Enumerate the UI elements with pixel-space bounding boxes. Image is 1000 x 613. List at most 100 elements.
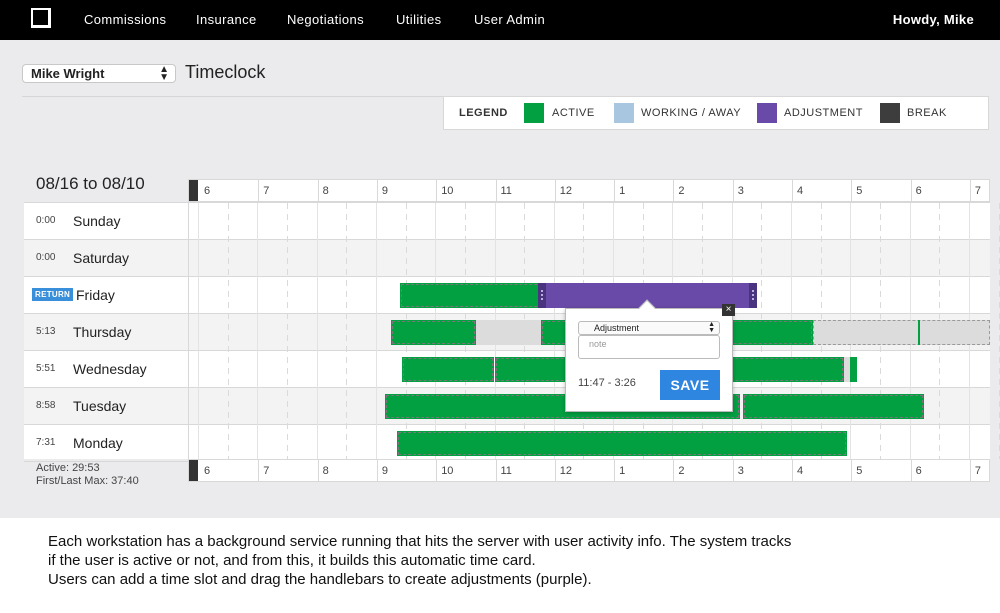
day-total: 0:00	[36, 215, 56, 226]
caption: Each workstation has a background servic…	[48, 532, 928, 589]
caption-line: if the user is active or not, and from t…	[48, 552, 536, 569]
segment-active[interactable]	[400, 283, 543, 308]
hour-tick	[673, 460, 675, 481]
hour-label: 6	[915, 465, 922, 477]
nav-item-utilities[interactable]: Utilities	[396, 12, 442, 27]
user-greeting[interactable]: Howdy, Mike	[893, 12, 974, 27]
hour-label: 3	[737, 465, 744, 477]
day-total: 7:31	[36, 437, 56, 448]
day-name: Monday	[73, 435, 123, 451]
day-total: 5:51	[36, 363, 56, 374]
legend-label: LEGEND	[459, 107, 508, 119]
note-field[interactable]: note	[578, 335, 720, 359]
hour-gridline	[198, 203, 199, 459]
hour-label: 12	[559, 465, 573, 477]
hour-tick	[851, 460, 853, 481]
nav-item-commissions[interactable]: Commissions	[84, 12, 166, 27]
hour-label: 7	[974, 185, 982, 197]
adjustment-type-select[interactable]: Adjustment ▲ ▼	[578, 321, 720, 335]
caption-line: Each workstation has a background servic…	[48, 533, 792, 550]
hour-label: 1	[619, 185, 626, 197]
hour-label: 7	[263, 185, 270, 197]
day-row-sunday[interactable]: 0:00 Sunday	[24, 203, 990, 240]
hour-tick	[792, 180, 793, 201]
hour-label: 9	[381, 465, 389, 477]
hour-tick	[969, 460, 971, 481]
legend-item-active: ACTIVE	[552, 107, 595, 119]
hour-label: 7	[263, 465, 270, 477]
nav-item-negotiations[interactable]: Negotiations	[287, 12, 364, 27]
day-total: 8:58	[36, 400, 56, 411]
hour-tick	[376, 180, 378, 201]
hour-tick	[969, 180, 971, 201]
segment-active[interactable]	[850, 357, 857, 382]
hour-label: 10	[441, 465, 454, 477]
half-hour-gridline	[227, 203, 229, 459]
day-name: Saturday	[73, 250, 130, 266]
save-button[interactable]: SAVE	[660, 370, 720, 400]
legend-item-adjustment: ADJUSTMENT	[784, 107, 863, 119]
hour-tick	[792, 460, 793, 481]
hour-label: 2	[678, 185, 685, 197]
drag-handle-start[interactable]	[538, 283, 546, 308]
legend-swatch-working-away	[614, 103, 634, 123]
hour-label: 4	[797, 185, 804, 197]
segment-active[interactable]	[397, 431, 847, 456]
hour-label: 10	[441, 185, 454, 197]
day-row-saturday[interactable]: 0:00 Saturday	[24, 240, 990, 277]
segment-active-mark	[918, 320, 920, 345]
hour-tick	[614, 180, 616, 201]
return-badge[interactable]: RETURN	[32, 288, 74, 301]
hour-tick	[910, 180, 912, 201]
day-column-divider	[188, 203, 189, 459]
hour-tick	[317, 460, 319, 481]
hour-tick	[554, 180, 556, 201]
app-logo-icon[interactable]	[31, 8, 51, 28]
legend: LEGEND ACTIVE WORKING / AWAY ADJUSTMENT …	[443, 96, 989, 130]
legend-swatch-break	[880, 103, 900, 123]
hour-label: 5	[856, 465, 863, 477]
day-total: 0:00	[36, 252, 56, 263]
footer-marker	[189, 460, 198, 481]
hour-label: 6	[204, 185, 211, 197]
legend-swatch-adjustment	[757, 103, 777, 123]
hour-tick	[376, 460, 378, 481]
half-hour-gridline	[346, 203, 348, 459]
caption-line: Users can add a time slot and drag the h…	[48, 571, 592, 588]
user-select[interactable]: Mike Wright ▲ ▼	[22, 64, 176, 83]
first-last-max: First/Last Max: 37:40	[36, 475, 139, 487]
hour-tick	[258, 460, 260, 481]
nav-item-user-admin[interactable]: User Admin	[474, 12, 545, 27]
segment-active[interactable]	[391, 320, 476, 345]
hour-gridline	[257, 203, 259, 459]
hour-label: 4	[797, 465, 804, 477]
hour-label: 11	[500, 465, 512, 477]
hour-label: 6	[915, 185, 922, 197]
header-marker	[189, 180, 198, 201]
hour-label: 12	[559, 185, 573, 197]
day-name: Wednesday	[73, 361, 147, 377]
hour-tick	[317, 180, 319, 201]
half-hour-gridline	[998, 203, 1000, 459]
segment-away[interactable]	[813, 320, 990, 345]
hour-gridline	[316, 203, 318, 459]
hour-tick	[673, 180, 675, 201]
hour-tick	[614, 460, 616, 481]
hour-label: 11	[500, 185, 512, 197]
hour-tick	[554, 460, 556, 481]
adjustment-type-value: Adjustment	[594, 323, 640, 333]
legend-swatch-active	[524, 103, 544, 123]
segment-active[interactable]	[743, 394, 924, 419]
hour-header-bottom: 6 7 8 9 10 11 12 1 2 3 4 5 6 7	[188, 459, 990, 482]
hour-tick	[495, 460, 497, 481]
day-name: Tuesday	[73, 398, 127, 414]
hour-label: 8	[322, 185, 329, 197]
close-icon[interactable]: ×	[722, 304, 735, 316]
hour-label: 1	[619, 465, 626, 477]
segment-active[interactable]	[402, 357, 494, 382]
segment-away[interactable]	[476, 320, 541, 345]
select-arrows-icon: ▲ ▼	[708, 321, 715, 334]
page-title: Timeclock	[185, 62, 266, 82]
nav-item-insurance[interactable]: Insurance	[196, 12, 257, 27]
drag-handle-end[interactable]	[749, 283, 757, 308]
